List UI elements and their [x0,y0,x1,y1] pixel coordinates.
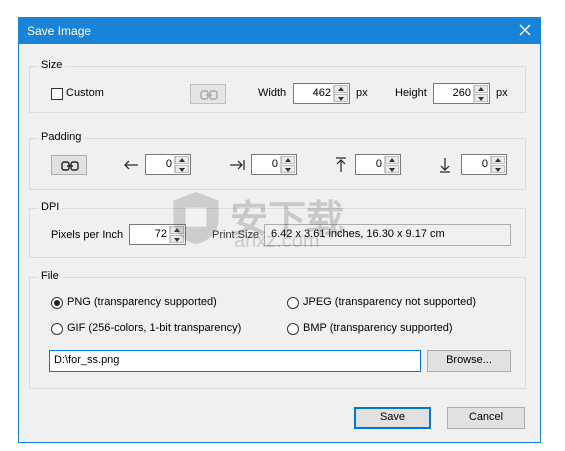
width-label: Width [258,87,287,99]
padding-right-up-arrow-icon[interactable] [281,156,295,164]
padding-bottom-spin-arrows [490,156,505,173]
chain-link-icon [200,90,218,100]
padding-right-spinner[interactable]: 0 [251,154,297,175]
height-down-arrow-icon[interactable] [474,94,488,102]
png-label: PNG (transparency supported) [67,296,217,308]
width-up-arrow-icon[interactable] [334,85,348,93]
cancel-button[interactable]: Cancel [447,407,525,429]
dpi-group-label: DPI [38,201,63,213]
height-label: Height [395,87,427,99]
width-value: 462 [312,87,331,99]
print-size-field: 6.42 x 3.61 inches, 16.30 x 9.17 cm [264,224,511,246]
padding-group-label: Padding [38,131,85,143]
padding-bottom-down-arrow-icon[interactable] [491,165,505,173]
height-up-arrow-icon[interactable] [474,85,488,93]
radio-bmp[interactable] [287,323,299,335]
height-spinner[interactable]: 260 [433,83,490,104]
ppi-spinner[interactable]: 72 [129,224,186,245]
radio-png[interactable] [51,297,63,309]
custom-checkbox[interactable] [51,88,63,100]
arrow-down-icon [440,158,450,173]
arrow-left-icon [124,160,138,170]
size-group-label: Size [38,59,66,71]
browse-button[interactable]: Browse... [427,350,511,372]
width-spin-arrows [333,85,348,102]
custom-label: Custom [66,87,104,99]
ppi-down-arrow-icon[interactable] [170,235,184,243]
padding-bottom-value: 0 [481,158,488,170]
radio-jpeg[interactable] [287,297,299,309]
padding-left-down-arrow-icon[interactable] [175,165,189,173]
width-spinner[interactable]: 462 [293,83,350,104]
bmp-label: BMP (transparency supported) [303,322,453,334]
padding-top-spinner[interactable]: 0 [355,154,401,175]
ppi-value: 72 [154,228,167,240]
link-padding-button[interactable] [51,155,87,175]
padding-right-down-arrow-icon[interactable] [281,165,295,173]
padding-bottom-up-arrow-icon[interactable] [491,156,505,164]
window-title: Save Image [27,24,92,38]
padding-right-spin-arrows [280,156,295,173]
jpeg-label: JPEG (transparency not supported) [303,296,477,308]
title-bar: Save Image [19,18,540,44]
close-icon[interactable] [516,21,534,39]
gif-label: GIF (256-colors, 1-bit transparency) [67,322,242,334]
padding-left-up-arrow-icon[interactable] [175,156,189,164]
chain-link-icon [61,161,79,171]
padding-top-spin-arrows [384,156,399,173]
padding-bottom-spinner[interactable]: 0 [461,154,507,175]
save-button[interactable]: Save [354,407,431,429]
file-path-input[interactable]: D:\for_ss.png [49,350,421,372]
padding-left-spin-arrows [174,156,189,173]
file-group-label: File [38,270,62,282]
height-unit: px [496,87,508,99]
padding-right-value: 0 [271,158,278,170]
print-size-value: 6.42 x 3.61 inches, 16.30 x 9.17 cm [271,228,445,240]
ppi-label: Pixels per Inch [51,229,124,241]
padding-top-up-arrow-icon[interactable] [385,156,399,164]
width-down-arrow-icon[interactable] [334,94,348,102]
padding-top-down-arrow-icon[interactable] [385,165,399,173]
width-unit: px [356,87,368,99]
ppi-spin-arrows [169,226,184,243]
ppi-up-arrow-icon[interactable] [170,226,184,234]
link-size-button[interactable] [190,84,226,104]
arrow-up-icon [336,157,346,172]
radio-gif[interactable] [51,323,63,335]
save-image-dialog: Save Image Size Custom Width 462 px Heig… [18,17,541,443]
height-value: 260 [452,87,471,99]
padding-left-value: 0 [165,158,172,170]
height-spin-arrows [473,85,488,102]
padding-top-value: 0 [375,158,382,170]
padding-left-spinner[interactable]: 0 [145,154,191,175]
print-size-label: Print Size [212,229,260,241]
arrow-right-icon [230,160,245,170]
file-path-value: D:\for_ss.png [54,354,120,366]
